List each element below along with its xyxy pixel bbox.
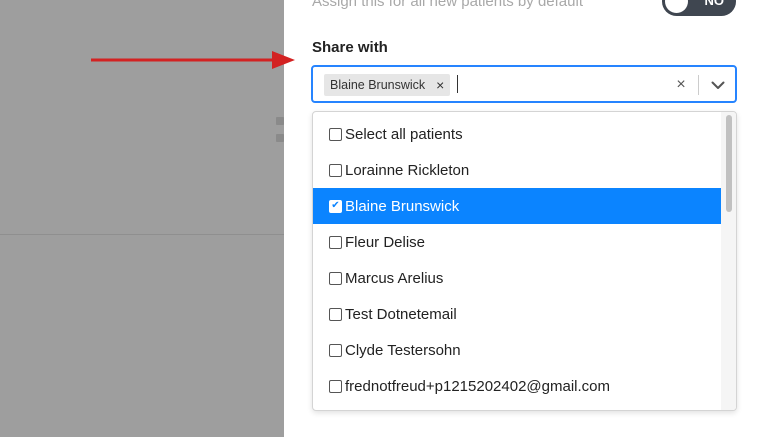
background-text-fragment — [276, 117, 284, 125]
scrollbar-thumb[interactable] — [726, 115, 732, 212]
option-patient[interactable]: Lorainne Rickleton — [313, 152, 721, 188]
option-patient[interactable]: frednotfreud+p1215202402@gmail.com — [313, 368, 721, 404]
option-patient[interactable]: Marcus Arelius — [313, 260, 721, 296]
option-patient[interactable]: Test Dotnetemail — [313, 296, 721, 332]
option-select-all[interactable]: Select all patients — [313, 116, 721, 152]
chip-label: Blaine Brunswick — [330, 78, 426, 92]
background-divider — [0, 234, 284, 235]
selected-patient-chip: Blaine Brunswick × — [324, 74, 451, 96]
text-caret[interactable] — [457, 75, 458, 93]
option-label: Fleur Delise — [345, 233, 426, 251]
option-label: Blaine Brunswick — [345, 197, 460, 215]
indicator-separator — [698, 75, 699, 95]
checkbox[interactable] — [329, 379, 342, 393]
assign-default-label: Assign this for all new patients by defa… — [312, 0, 583, 10]
option-patient[interactable]: Fleur Delise — [313, 224, 721, 260]
checkbox[interactable] — [329, 127, 342, 141]
assign-default-toggle[interactable]: NO — [662, 0, 736, 16]
option-label: frednotfreud+p1215202402@gmail.com — [345, 377, 610, 395]
option-label: Test Dotnetemail — [345, 305, 457, 323]
menu-scrollbar[interactable] — [721, 112, 736, 410]
option-patient[interactable]: Clyde Testersohn — [313, 332, 721, 368]
option-list: Select all patients Lorainne Rickleton ✔… — [313, 116, 721, 404]
chip-remove-icon[interactable]: × — [430, 74, 450, 96]
background-text-fragment — [276, 134, 284, 142]
option-label: Lorainne Rickleton — [345, 161, 470, 179]
option-patient-selected[interactable]: ✔ Blaine Brunswick — [313, 188, 721, 224]
annotation-arrow-icon — [91, 51, 295, 69]
chevron-down-icon[interactable] — [706, 73, 730, 97]
option-label: Marcus Arelius — [345, 269, 444, 287]
assign-default-row: Assign this for all new patients by defa… — [312, 0, 742, 16]
checkbox[interactable] — [329, 163, 342, 177]
share-with-label: Share with — [312, 39, 388, 56]
checkbox[interactable] — [329, 307, 342, 321]
checkbox[interactable] — [329, 343, 342, 357]
checkbox-checked[interactable]: ✔ — [329, 199, 342, 213]
share-with-select[interactable]: Blaine Brunswick × × — [311, 65, 737, 103]
patient-dropdown-menu: Select all patients Lorainne Rickleton ✔… — [312, 111, 737, 411]
toggle-knob — [665, 0, 688, 13]
checkbox[interactable] — [329, 271, 342, 285]
checkbox[interactable] — [329, 235, 342, 249]
option-label: Clyde Testersohn — [345, 341, 461, 359]
clear-selection-icon[interactable]: × — [669, 73, 693, 97]
option-label: Select all patients — [345, 125, 463, 143]
toggle-state-label: NO — [704, 0, 725, 8]
